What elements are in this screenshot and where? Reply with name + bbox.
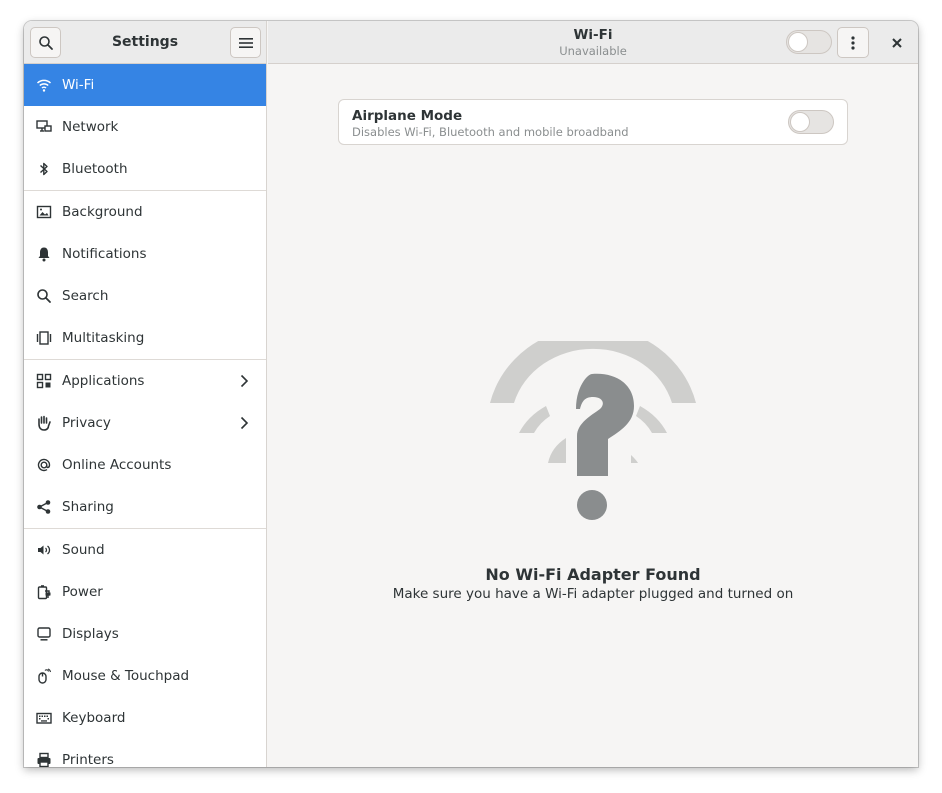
sidebar-item-multitasking[interactable]: Multitasking — [24, 317, 266, 359]
sidebar-item-keyboard[interactable]: Keyboard — [24, 697, 266, 739]
sidebar-item-online-accounts[interactable]: Online Accounts — [24, 444, 266, 486]
bluetooth-icon — [36, 161, 52, 177]
sidebar-item-displays[interactable]: Displays — [24, 613, 266, 655]
switch-knob — [788, 32, 808, 52]
sidebar-list: Wi-Fi Network Bluetooth Background Notif… — [24, 64, 266, 767]
bell-icon — [36, 246, 52, 262]
background-icon — [36, 204, 52, 220]
main-menu-button[interactable] — [230, 27, 261, 58]
sidebar-item-network[interactable]: Network — [24, 106, 266, 148]
sidebar-item-label: Bluetooth — [62, 161, 128, 177]
sidebar-item-label: Wi-Fi — [62, 77, 95, 93]
sidebar-item-label: Multitasking — [62, 330, 145, 346]
sidebar-item-power[interactable]: Power — [24, 571, 266, 613]
sidebar-item-label: Online Accounts — [62, 457, 172, 473]
chevron-right-icon — [240, 374, 249, 388]
sidebar-item-label: Keyboard — [62, 710, 126, 726]
airplane-mode-switch[interactable] — [788, 110, 834, 134]
sidebar-item-label: Applications — [62, 373, 145, 389]
share-icon — [36, 499, 52, 515]
sidebar-item-notifications[interactable]: Notifications — [24, 233, 266, 275]
sidebar-item-search[interactable]: Search — [24, 275, 266, 317]
wifi-icon — [36, 77, 52, 93]
airplane-mode-title: Airplane Mode — [352, 108, 463, 124]
sidebar-item-printers[interactable]: Printers — [24, 739, 266, 767]
hamburger-icon — [238, 37, 253, 48]
sidebar-item-label: Printers — [62, 752, 114, 767]
sidebar-header: Settings — [24, 21, 266, 64]
sidebar: Settings Wi-Fi Network Bluetooth Backgro… — [24, 21, 267, 767]
sidebar-item-label: Sharing — [62, 499, 114, 515]
sidebar-item-label: Sound — [62, 542, 105, 558]
settings-window: Settings Wi-Fi Network Bluetooth Backgro… — [24, 21, 918, 767]
hand-icon — [36, 415, 52, 431]
sidebar-item-bluetooth[interactable]: Bluetooth — [24, 148, 266, 190]
sidebar-item-label: Power — [62, 584, 103, 600]
network-icon — [36, 119, 52, 135]
sidebar-item-mouse-touchpad[interactable]: Mouse & Touchpad — [24, 655, 266, 697]
switch-knob — [790, 112, 810, 132]
sidebar-item-privacy[interactable]: Privacy — [24, 402, 266, 444]
airplane-mode-subtitle: Disables Wi-Fi, Bluetooth and mobile bro… — [352, 125, 629, 139]
main-panel: Wi-Fi Unavailable Airplane Mode Disables… — [268, 21, 918, 767]
empty-state-title: No Wi-Fi Adapter Found — [485, 565, 701, 584]
close-icon — [892, 38, 902, 48]
vertical-dots-icon — [851, 35, 855, 50]
power-icon — [36, 584, 52, 600]
empty-state-subtitle: Make sure you have a Wi-Fi adapter plugg… — [392, 586, 794, 602]
sidebar-item-label: Background — [62, 204, 143, 220]
sidebar-item-label: Mouse & Touchpad — [62, 668, 190, 684]
sidebar-item-background[interactable]: Background — [24, 191, 266, 233]
sidebar-item-applications[interactable]: Applications — [24, 360, 266, 402]
more-options-button[interactable] — [837, 27, 869, 58]
close-button[interactable] — [885, 31, 909, 55]
keyboard-icon — [36, 710, 52, 726]
multitasking-icon — [36, 330, 52, 346]
sidebar-item-wifi[interactable]: Wi-Fi — [24, 64, 266, 106]
search-icon — [36, 288, 52, 304]
printer-icon — [36, 752, 52, 767]
speaker-icon — [36, 542, 52, 558]
display-icon — [36, 626, 52, 642]
sidebar-item-sound[interactable]: Sound — [24, 529, 266, 571]
wifi-question-icon — [488, 326, 698, 521]
at-sign-icon — [36, 457, 52, 473]
chevron-right-icon — [240, 416, 249, 430]
header-bar: Wi-Fi Unavailable — [268, 21, 918, 64]
wifi-toggle-switch[interactable] — [786, 30, 832, 54]
sidebar-item-label: Search — [62, 288, 109, 304]
sidebar-item-label: Displays — [62, 626, 119, 642]
apps-grid-icon — [36, 373, 52, 389]
sidebar-item-label: Privacy — [62, 415, 111, 431]
sidebar-item-label: Notifications — [62, 246, 147, 262]
sidebar-item-label: Network — [62, 119, 119, 135]
airplane-mode-row: Airplane Mode Disables Wi-Fi, Bluetooth … — [338, 99, 848, 145]
mouse-icon — [36, 668, 52, 684]
sidebar-item-sharing[interactable]: Sharing — [24, 486, 266, 528]
